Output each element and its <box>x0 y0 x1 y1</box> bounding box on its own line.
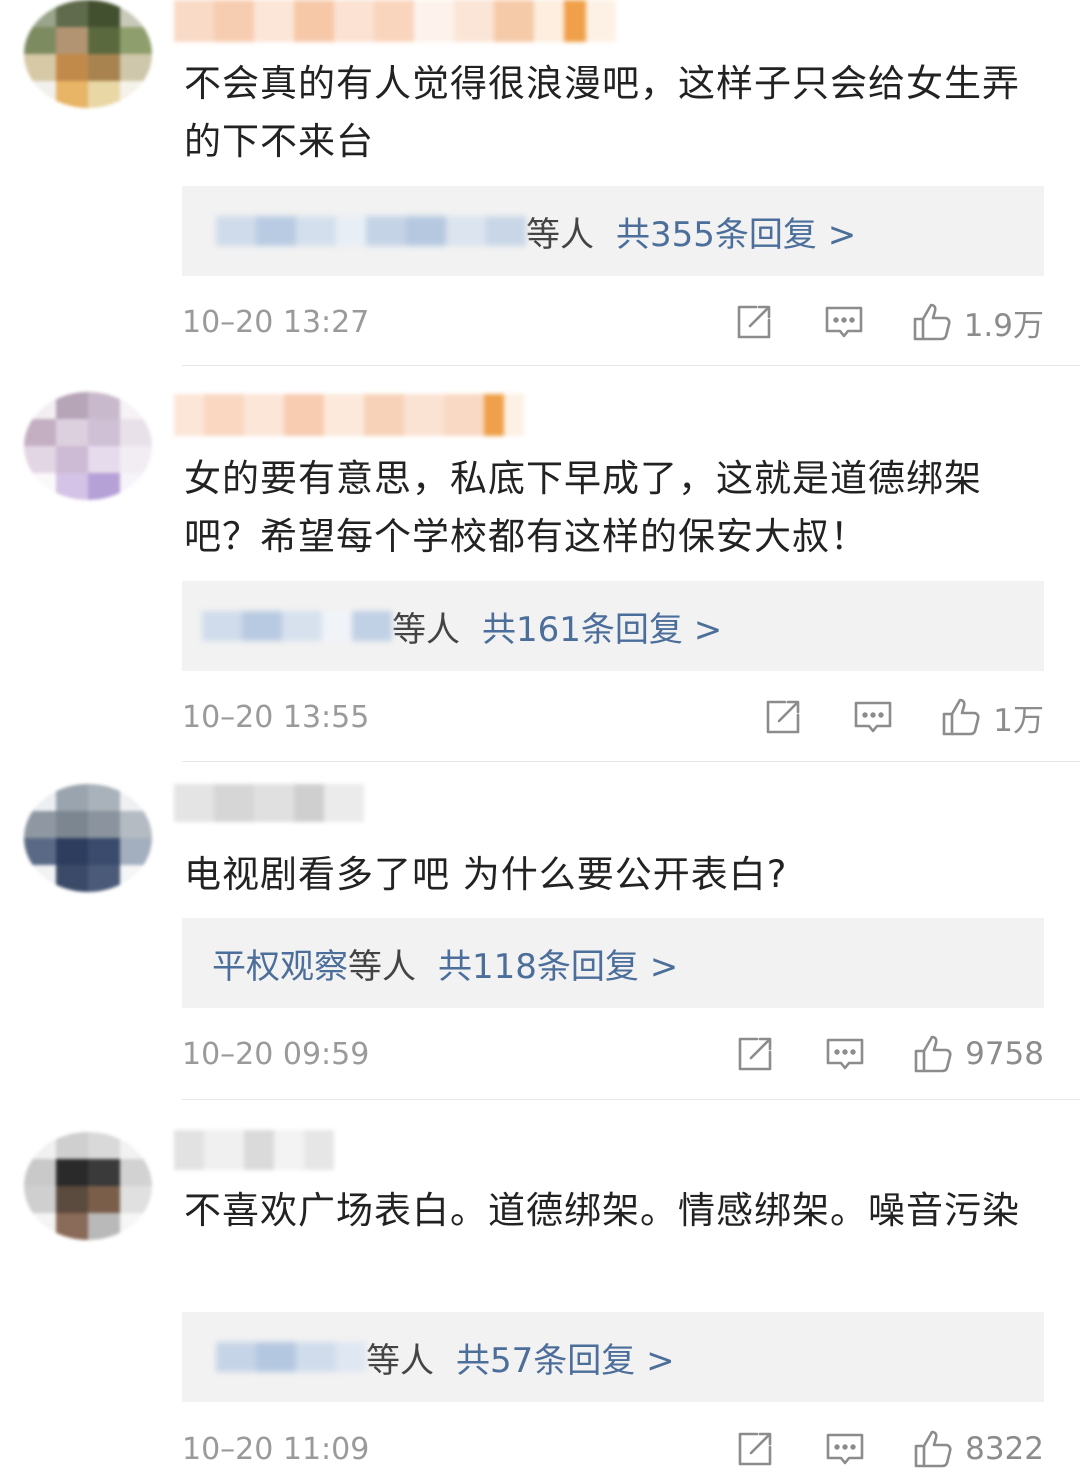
reply-icon[interactable] <box>824 302 864 342</box>
comment-meta: 10–20 13:55 1万 <box>182 692 1044 742</box>
replies-suffix: 等人 <box>526 214 594 255</box>
reply-icon[interactable] <box>825 1429 865 1469</box>
comment-item: 不会真的有人觉得很浪漫吧，这样子只会给女生弄的下不来台 等人 共355条回复 >… <box>0 0 1080 366</box>
replies-summary[interactable]: 等人 共161条回复 > <box>182 581 1044 671</box>
comment-text: 女的要有意思，私底下早成了，这就是道德绑架吧？希望每个学校都有这样的保安大叔！ <box>184 457 982 558</box>
like-button[interactable]: 1.9万 <box>912 300 1044 345</box>
share-icon[interactable] <box>735 1034 775 1074</box>
comment-item: 不喜欢广场表白。道德绑架。情感绑架。噪音污染 等人 共57条回复 > 10–20… <box>0 1100 1080 1475</box>
username[interactable] <box>174 784 364 822</box>
comment-meta: 10–20 11:09 8322 <box>182 1424 1044 1474</box>
like-count: 8322 <box>965 1431 1044 1467</box>
replies-summary[interactable]: 等人 共57条回复 > <box>182 1312 1044 1402</box>
comment-item: 电视剧看多了吧 为什么要公开表白? 平权观察 等人 共118条回复 > 10–2… <box>0 762 1080 1100</box>
comment-text: 不会真的有人觉得很浪漫吧，这样子只会给女生弄的下不来台 <box>184 62 1020 163</box>
timestamp: 10–20 09:59 <box>182 1036 370 1072</box>
comment-meta: 10–20 13:27 1.9万 <box>182 297 1044 347</box>
like-icon <box>913 303 951 341</box>
reply-usernames <box>216 1342 366 1372</box>
share-icon[interactable] <box>735 1429 775 1469</box>
reply-usernames <box>216 216 526 246</box>
like-icon <box>914 1035 952 1073</box>
like-count: 1.9万 <box>963 307 1044 344</box>
like-icon <box>914 1430 952 1468</box>
replies-summary[interactable]: 等人 共355条回复 > <box>182 186 1044 276</box>
comment-text: 电视剧看多了吧 为什么要公开表白? <box>184 853 788 896</box>
reply-icon[interactable] <box>853 697 893 737</box>
share-icon[interactable] <box>734 302 774 342</box>
timestamp: 10–20 13:55 <box>182 699 370 735</box>
reply-icon[interactable] <box>825 1034 865 1074</box>
replies-suffix: 等人 <box>348 946 416 987</box>
reply-username[interactable]: 平权观察 <box>212 939 348 988</box>
replies-count[interactable]: 共57条回复 > <box>456 1333 675 1382</box>
comment-text: 不喜欢广场表白。道德绑架。情感绑架。噪音污染 <box>184 1189 1020 1232</box>
username[interactable] <box>174 1130 334 1170</box>
replies-suffix: 等人 <box>366 1340 434 1381</box>
like-button[interactable]: 8322 <box>913 1429 1044 1469</box>
reply-usernames <box>202 611 392 641</box>
avatar[interactable] <box>24 392 152 500</box>
replies-suffix: 等人 <box>392 609 460 650</box>
username[interactable] <box>174 0 616 42</box>
avatar[interactable] <box>24 0 152 108</box>
avatar[interactable] <box>24 784 152 892</box>
avatar[interactable] <box>24 1132 152 1240</box>
username[interactable] <box>174 394 524 436</box>
timestamp: 10–20 13:27 <box>182 304 370 340</box>
replies-count[interactable]: 共161条回复 > <box>482 602 722 651</box>
timestamp: 10–20 11:09 <box>182 1431 370 1467</box>
like-count: 1万 <box>993 702 1044 739</box>
like-count: 9758 <box>965 1036 1044 1072</box>
like-button[interactable]: 9758 <box>913 1034 1044 1074</box>
replies-count[interactable]: 共355条回复 > <box>616 207 856 256</box>
comment-meta: 10–20 09:59 9758 <box>182 1029 1044 1079</box>
replies-count[interactable]: 共118条回复 > <box>438 939 678 988</box>
share-icon[interactable] <box>763 697 803 737</box>
comment-item: 女的要有意思，私底下早成了，这就是道德绑架吧？希望每个学校都有这样的保安大叔！ … <box>0 366 1080 762</box>
like-icon <box>942 698 980 736</box>
like-button[interactable]: 1万 <box>941 695 1044 740</box>
replies-summary[interactable]: 平权观察 等人 共118条回复 > <box>182 918 1044 1008</box>
